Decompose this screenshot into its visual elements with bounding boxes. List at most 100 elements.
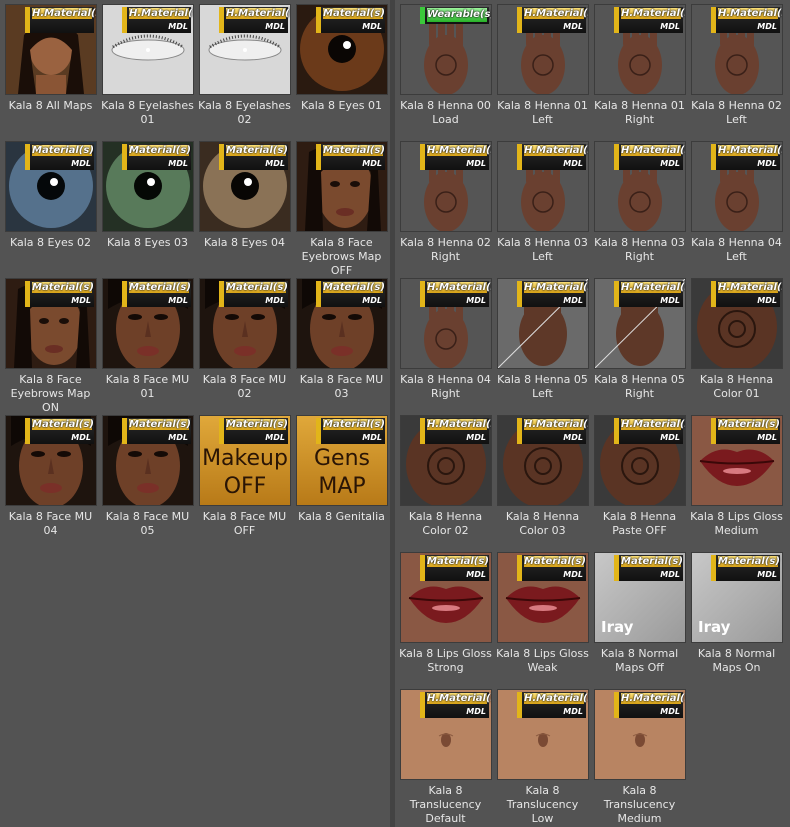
thumbnail-text: OFF — [223, 474, 267, 499]
badge-label: H.Material(s) — [718, 8, 782, 19]
text-gold-thumbnail: Makeup OFF Material(s) MDL — [199, 415, 291, 506]
preset-tile-kala-8-henna-04-left[interactable]: H.Material(s) MDL Kala 8 Henna 04 Left — [689, 140, 786, 277]
material-type-badge: H.Material(s) MDL — [711, 7, 782, 33]
badge-sublabel: MDL — [71, 159, 91, 168]
preset-tile-kala-8-face-mu-01[interactable]: Material(s) MDL Kala 8 Face MU 01 — [100, 277, 197, 414]
preset-tile-kala-8-face-mu-off[interactable]: Makeup OFF Material(s) MDL Kala 8 Face MU OF… — [197, 414, 294, 551]
material-type-badge: H.Material(s) MDL — [517, 692, 588, 718]
preset-label: Kala 8 Eyes 03 — [106, 236, 188, 249]
preset-tile-kala-8-henna-color-03[interactable]: H.Material(s) MDL Kala 8 Henna Color 03 — [495, 414, 592, 551]
preset-tile-kala-8-henna-05-right[interactable]: H.Material(s) MDL Kala 8 Henna 05 Right — [592, 277, 689, 414]
material-type-badge: Material(s) MDL — [122, 418, 191, 444]
hand-thumbnail: H.Material(s) MDL — [400, 278, 492, 369]
badge-label: H.Material(s) — [718, 282, 782, 293]
preset-tile-kala-8-normal-maps-on[interactable]: Iray Material(s) MDL Kala 8 Normal Maps On — [689, 551, 786, 688]
badge-label: H.Material(s) — [621, 8, 685, 19]
preset-tile-kala-8-all-maps[interactable]: H.Material(s) Kala 8 All Maps — [3, 3, 100, 140]
preset-tile-kala-8-henna-03-left[interactable]: H.Material(s) MDL Kala 8 Henna 03 Left — [495, 140, 592, 277]
badge-sublabel: MDL — [563, 570, 583, 579]
badge-label: H.Material(s) — [427, 145, 491, 156]
preset-tile-kala-8-eyes-02[interactable]: Material(s) MDL Kala 8 Eyes 02 — [3, 140, 100, 277]
preset-tile-kala-8-lips-gloss-medium[interactable]: Material(s) MDL Kala 8 Lips Gloss Medium — [689, 414, 786, 551]
preset-label: Kala 8 Lips Gloss Medium — [690, 510, 783, 537]
preset-tile-kala-8-henna-01-right[interactable]: H.Material(s) MDL Kala 8 Henna 01 Right — [592, 3, 689, 140]
material-type-badge: H.Material(s) MDL — [420, 418, 491, 444]
badge-sublabel: MDL — [362, 433, 382, 442]
preset-label: Kala 8 Face MU 03 — [299, 373, 384, 400]
badge-label: H.Material(s) — [621, 282, 685, 293]
material-type-badge: Material(s) MDL — [614, 555, 683, 581]
preset-tile-kala-8-eyes-04[interactable]: Material(s) MDL Kala 8 Eyes 04 — [197, 140, 294, 277]
badge-sublabel: MDL — [466, 296, 486, 305]
preset-tile-kala-8-face-mu-05[interactable]: Material(s) MDL Kala 8 Face MU 05 — [100, 414, 197, 551]
preset-label: Kala 8 Henna Color 02 — [408, 510, 483, 537]
preset-tile-kala-8-eyelashes-01[interactable]: H.Material(s) MDL Kala 8 Eyelashes 01 — [100, 3, 197, 140]
badge-sublabel: MDL — [466, 707, 486, 716]
preset-tile-kala-8-henna-color-02[interactable]: H.Material(s) MDL Kala 8 Henna Color 02 — [398, 414, 495, 551]
preset-tile-kala-8-henna-color-01[interactable]: H.Material(s) MDL Kala 8 Henna Color 01 — [689, 277, 786, 414]
material-type-badge: Material(s) MDL — [122, 144, 191, 170]
preset-tile-kala-8-genitalia[interactable]: Gens MAP Material(s) MDL Kala 8 Genitalia — [294, 414, 391, 551]
material-type-badge: H.Material(s) MDL — [420, 144, 491, 170]
preset-tile-kala-8-henna-01-left[interactable]: H.Material(s) MDL Kala 8 Henna 01 Left — [495, 3, 592, 140]
preset-tile-kala-8-face-mu-04[interactable]: Material(s) MDL Kala 8 Face MU 04 — [3, 414, 100, 551]
preset-tile-kala-8-eyelashes-02[interactable]: H.Material(s) MDL Kala 8 Eyelashes 02 — [197, 3, 294, 140]
preset-tile-kala-8-face-mu-02[interactable]: Material(s) MDL Kala 8 Face MU 02 — [197, 277, 294, 414]
preset-tile-kala-8-henna-00-load[interactable]: Wearable(s) Kala 8 Henna 00 Load — [398, 3, 495, 140]
badge-label: H.Material(s) — [129, 8, 193, 19]
material-type-badge: H.Material(s) MDL — [517, 144, 588, 170]
preset-tile-kala-8-henna-02-left[interactable]: H.Material(s) MDL Kala 8 Henna 02 Left — [689, 3, 786, 140]
material-type-badge: H.Material(s) MDL — [711, 144, 782, 170]
badge-sublabel: MDL — [362, 296, 382, 305]
lips-thumbnail: Material(s) MDL — [691, 415, 783, 506]
text-gold-thumbnail: Gens MAP Material(s) MDL — [296, 415, 388, 506]
preset-label: Kala 8 Henna 03 Left — [497, 236, 588, 263]
preset-tile-kala-8-henna-05-left[interactable]: H.Material(s) MDL Kala 8 Henna 05 Left — [495, 277, 592, 414]
lips-thumbnail: Material(s) MDL — [497, 552, 589, 643]
preset-tile-kala-8-eyes-03[interactable]: Material(s) MDL Kala 8 Eyes 03 — [100, 140, 197, 277]
badge-label: Material(s) — [323, 282, 385, 293]
preset-label: Kala 8 Henna 02 Left — [691, 99, 782, 126]
preset-tile-kala-8-normal-maps-off[interactable]: Iray Material(s) MDL Kala 8 Normal Maps Off — [592, 551, 689, 688]
portrait-thumbnail: H.Material(s) — [5, 4, 97, 95]
hand-thumbnail: H.Material(s) MDL — [594, 4, 686, 95]
eye-blue-thumbnail: Material(s) MDL — [5, 141, 97, 232]
badge-label: H.Material(s) — [524, 8, 588, 19]
badge-sublabel: MDL — [168, 22, 188, 31]
material-type-badge: H.Material(s) — [25, 7, 96, 33]
material-type-badge: Material(s) MDL — [420, 555, 489, 581]
badge-sublabel: MDL — [466, 570, 486, 579]
badge-label: H.Material(s) — [32, 8, 96, 19]
preset-tile-kala-8-face-eyebrows-map-on[interactable]: Material(s) MDL Kala 8 Face Eyebrows Map O… — [3, 277, 100, 414]
preset-tile-kala-8-lips-gloss-strong[interactable]: Material(s) MDL Kala 8 Lips Gloss Strong — [398, 551, 495, 688]
material-type-badge: Material(s) MDL — [316, 144, 385, 170]
material-type-badge: H.Material(s) MDL — [614, 144, 685, 170]
badge-sublabel: MDL — [265, 22, 285, 31]
thumbnail-text: MAP — [318, 474, 366, 499]
badge-label: H.Material(s) — [427, 419, 491, 430]
preset-tile-kala-8-face-mu-03[interactable]: Material(s) MDL Kala 8 Face MU 03 — [294, 277, 391, 414]
material-type-badge: Material(s) MDL — [25, 418, 94, 444]
badge-sublabel: MDL — [265, 433, 285, 442]
preset-tile-kala-8-lips-gloss-weak[interactable]: Material(s) MDL Kala 8 Lips Gloss Weak — [495, 551, 592, 688]
preset-tile-kala-8-henna-02-right[interactable]: H.Material(s) MDL Kala 8 Henna 02 Right — [398, 140, 495, 277]
badge-sublabel: MDL — [362, 22, 382, 31]
preset-label: Kala 8 Lips Gloss Strong — [399, 647, 492, 674]
preset-tile-kala-8-translucency-default[interactable]: H.Material(s) MDL Kala 8 Translucency Defa… — [398, 688, 495, 825]
material-type-badge: H.Material(s) MDL — [122, 7, 193, 33]
preset-tile-kala-8-henna-04-right[interactable]: H.Material(s) MDL Kala 8 Henna 04 Right — [398, 277, 495, 414]
badge-label: Material(s) — [32, 282, 94, 293]
preset-tile-kala-8-henna-03-right[interactable]: H.Material(s) MDL Kala 8 Henna 03 Right — [592, 140, 689, 277]
material-type-badge: Material(s) MDL — [711, 555, 780, 581]
preset-tile-kala-8-eyes-01[interactable]: Material(s) MDL Kala 8 Eyes 01 — [294, 3, 391, 140]
preset-tile-kala-8-translucency-medium[interactable]: H.Material(s) MDL Kala 8 Translucency Medi… — [592, 688, 689, 825]
preset-tile-kala-8-face-eyebrows-map-off[interactable]: Material(s) MDL Kala 8 Face Eyebrows Map O… — [294, 140, 391, 277]
preset-label: Kala 8 Henna 00 Load — [400, 99, 491, 126]
badge-label: Material(s) — [129, 282, 191, 293]
material-type-badge: H.Material(s) MDL — [614, 418, 685, 444]
preset-tile-kala-8-henna-paste-off[interactable]: H.Material(s) MDL Kala 8 Henna Paste OFF — [592, 414, 689, 551]
material-type-badge: H.Material(s) MDL — [614, 7, 685, 33]
preset-tile-kala-8-translucency-low[interactable]: H.Material(s) MDL Kala 8 Translucency Low — [495, 688, 592, 825]
hand-thumbnail: H.Material(s) MDL — [594, 141, 686, 232]
badge-sublabel: MDL — [757, 296, 777, 305]
